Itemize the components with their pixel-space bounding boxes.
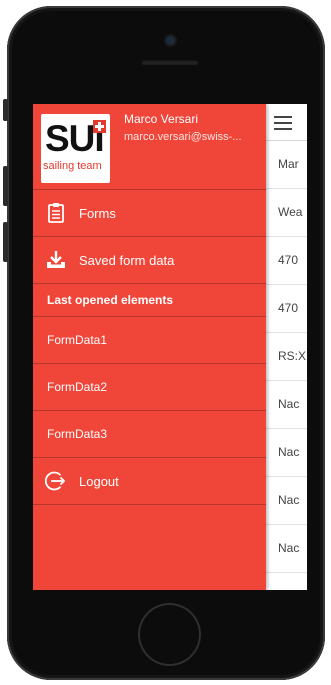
- hamburger-menu-icon[interactable]: [274, 116, 292, 130]
- list-item[interactable]: Nac: [266, 381, 307, 429]
- list-item-text: Nac: [278, 493, 300, 507]
- mute-switch: [3, 99, 8, 121]
- list-item-text: Nac: [278, 397, 300, 411]
- list-item[interactable]: Mar: [266, 141, 307, 189]
- list-item-text: Wea: [278, 205, 303, 219]
- list-item[interactable]: 470: [266, 573, 307, 590]
- list-item[interactable]: Nac: [266, 429, 307, 477]
- list-item-text: 470: [278, 253, 299, 267]
- list-item-text: Nac: [278, 541, 300, 555]
- volume-down-button: [3, 222, 8, 262]
- list-item[interactable]: Nac: [266, 525, 307, 573]
- list-item-text: 470: [278, 589, 298, 590]
- recent-item-label: FormData2: [47, 380, 108, 394]
- menu-item-label: Forms: [79, 206, 116, 221]
- main-content: Mar Wea 470 470 RS:X Nac Nac Nac Nac 470: [266, 104, 307, 590]
- list-item[interactable]: 470: [266, 285, 307, 333]
- navigation-drawer: SUI sailing team Marco Versari marco.ver…: [33, 104, 266, 590]
- menu-item-logout[interactable]: Logout: [33, 458, 266, 505]
- user-email: marco.versari@swiss-...: [124, 131, 242, 143]
- clipboard-icon: [48, 203, 64, 223]
- front-camera: [166, 36, 175, 45]
- menu-item-forms[interactable]: Forms: [33, 190, 266, 237]
- recent-item-label: FormData1: [47, 333, 108, 347]
- list-item[interactable]: Wea: [266, 189, 307, 237]
- menu-item-label: Saved form data: [79, 253, 175, 268]
- user-name: Marco Versari: [124, 112, 199, 126]
- list-item-text: Mar: [278, 157, 299, 171]
- logo-tagline: sailing team: [43, 160, 102, 172]
- recent-item-label: FormData3: [47, 427, 108, 441]
- list-item[interactable]: RS:X: [266, 333, 307, 381]
- list-item[interactable]: Nac: [266, 477, 307, 525]
- list-item[interactable]: 470: [266, 237, 307, 285]
- volume-up-button: [3, 166, 8, 206]
- home-button[interactable]: [138, 603, 201, 666]
- list-item-text: 470: [278, 301, 299, 315]
- drawer-header: SUI sailing team Marco Versari marco.ver…: [33, 104, 266, 190]
- menu-item-label: Logout: [79, 474, 119, 489]
- screen: Mar Wea 470 470 RS:X Nac Nac Nac Nac 470…: [33, 104, 307, 590]
- menu-item-saved-form-data[interactable]: Saved form data: [33, 237, 266, 284]
- section-header-recent: Last opened elements: [33, 284, 266, 317]
- recent-item[interactable]: FormData2: [33, 364, 266, 411]
- download-tray-icon: [47, 251, 65, 268]
- swiss-cross-icon: [93, 120, 106, 133]
- recent-item[interactable]: FormData1: [33, 317, 266, 364]
- earpiece-speaker: [141, 59, 199, 65]
- list-item-text: RS:X: [278, 349, 307, 363]
- recent-item[interactable]: FormData3: [33, 411, 266, 458]
- section-title: Last opened elements: [47, 293, 174, 307]
- list-item-text: Nac: [278, 445, 300, 459]
- logout-icon: [45, 471, 66, 491]
- sui-sailing-team-logo: SUI sailing team: [41, 114, 110, 183]
